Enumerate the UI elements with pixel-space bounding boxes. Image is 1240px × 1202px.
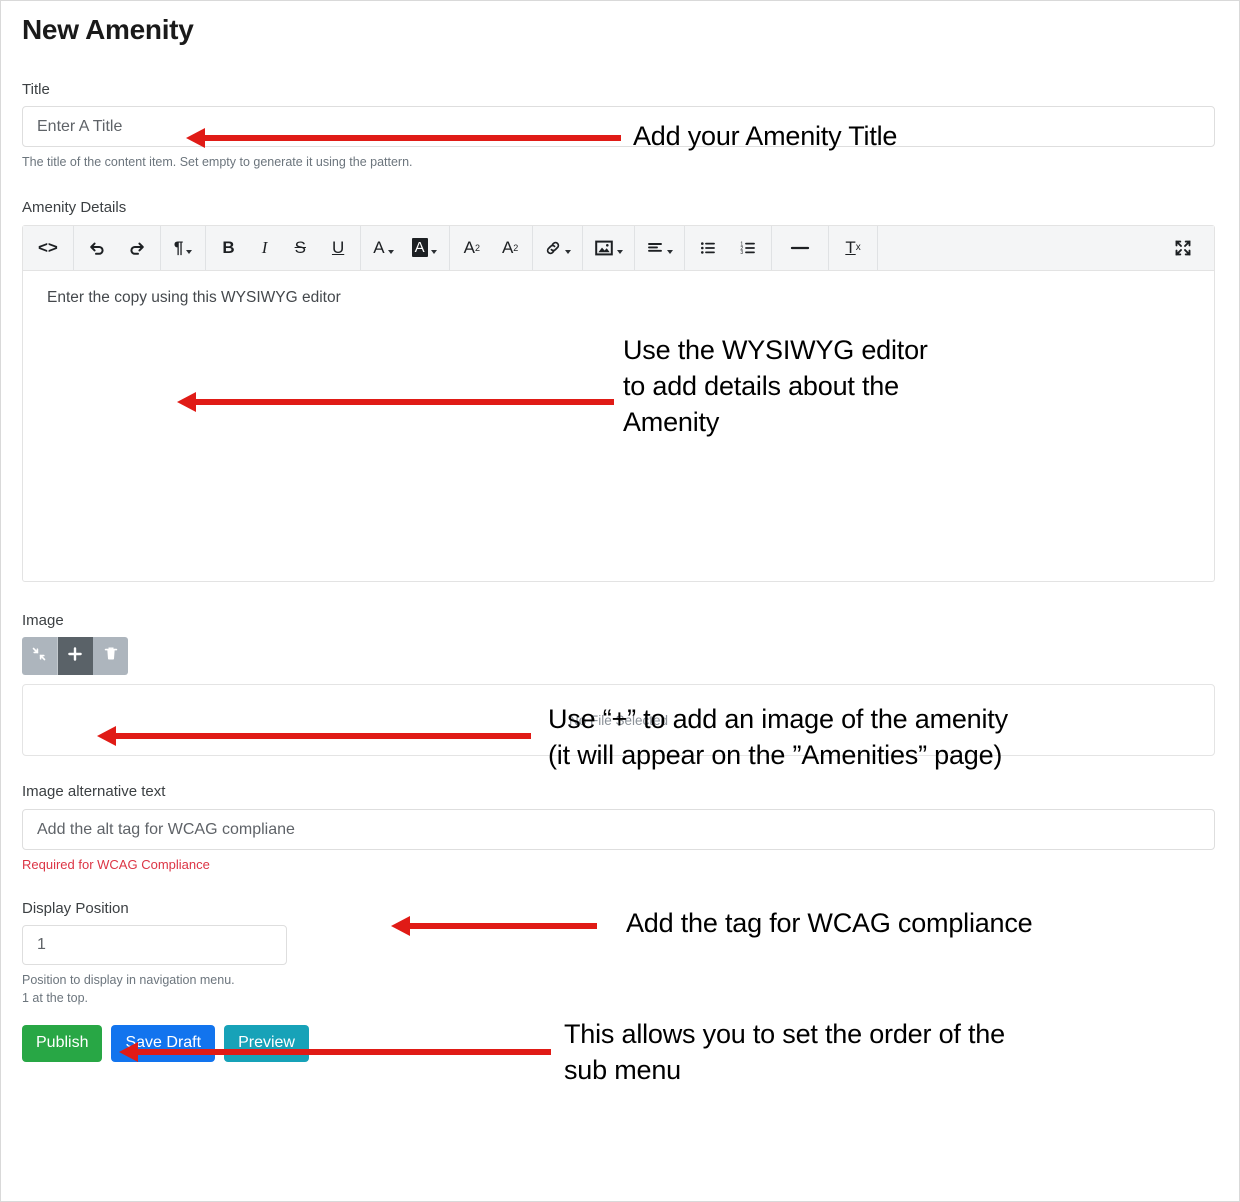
italic-icon[interactable]: I	[248, 231, 282, 265]
collapse-arrows-icon	[31, 646, 47, 667]
annotation-arrow-title	[186, 127, 621, 148]
fullscreen-icon[interactable]	[1166, 231, 1200, 265]
toolbar-group-image	[583, 225, 636, 270]
chevron-down-icon	[667, 249, 674, 254]
amenity-details-label: Amenity Details	[22, 199, 127, 217]
bold-icon[interactable]: B	[209, 231, 247, 265]
link-icon[interactable]	[536, 231, 579, 265]
underline-icon[interactable]: U	[319, 231, 357, 265]
unordered-list-icon[interactable]	[688, 231, 728, 265]
chevron-down-icon	[617, 249, 624, 254]
image-alt-input[interactable]: Add the alt tag for WCAG compliane	[22, 808, 1215, 850]
media-toolbar	[22, 637, 128, 676]
add-media-button[interactable]	[57, 637, 94, 676]
page-title: New Amenity	[22, 14, 194, 45]
publish-button[interactable]: Publish	[22, 1025, 103, 1063]
annotation-arrow-editor	[177, 391, 614, 412]
text-color-icon[interactable]: A	[364, 231, 402, 265]
annotation-title: Add your Amenity Title	[633, 121, 898, 151]
amenity-details-group: Amenity Details <> ¶ B I S U A A A 2 A 2…	[22, 198, 1217, 582]
toolbar-group-inline: B I S U	[206, 225, 362, 270]
undo-icon[interactable]	[77, 231, 117, 265]
chevron-down-icon	[387, 249, 394, 254]
superscript-icon[interactable]: A2	[453, 231, 491, 265]
display-position-hint: Position to display in navigation menu. …	[22, 973, 235, 1006]
subscript-icon[interactable]: A2	[491, 231, 529, 265]
plus-icon	[66, 645, 84, 668]
chevron-down-icon	[186, 249, 193, 254]
svg-text:3: 3	[741, 250, 744, 256]
horizontal-rule-icon[interactable]	[775, 231, 825, 265]
background-color-icon[interactable]: A	[403, 231, 446, 265]
toolbar-group-rule	[772, 225, 830, 270]
display-position-field-group: Display Position 1 Position to display i…	[22, 899, 1217, 1008]
toolbar-group-paragraph: ¶	[161, 225, 207, 270]
title-hint: The title of the content item. Set empty…	[22, 155, 413, 170]
paragraph-format-icon[interactable]: ¶	[164, 231, 202, 265]
annotation-arrow-position	[119, 1041, 551, 1062]
source-code-icon[interactable]: <>	[26, 231, 70, 265]
toolbar-group-link	[533, 225, 584, 270]
chevron-down-icon	[430, 249, 437, 254]
new-amenity-form: New Amenity Title Enter A Title The titl…	[22, 1, 1217, 1063]
redo-icon[interactable]	[117, 231, 157, 265]
toolbar-group-color: A A	[361, 225, 450, 270]
display-position-label: Display Position	[22, 899, 129, 917]
collapse-media-button[interactable]	[22, 637, 58, 676]
image-alt-field-group: Image alternative text Add the alt tag f…	[22, 782, 1217, 874]
image-alt-error-hint: Required for WCAG Compliance	[22, 856, 210, 872]
toolbar-group-align	[635, 225, 686, 270]
screenshot-frame: New Amenity Title Enter A Title The titl…	[0, 0, 1240, 1202]
display-position-input[interactable]: 1	[22, 925, 287, 966]
title-field-group: Title Enter A Title The title of the con…	[22, 80, 1217, 172]
editor-content-area[interactable]: Enter the copy using this WYSIWYG editor	[23, 271, 1214, 581]
annotation-alt: Add the tag for WCAG compliance	[626, 908, 1033, 938]
annotation-position: This allows you to set the order of the …	[564, 1019, 1005, 1085]
toolbar-group-clear: Tx	[829, 225, 878, 270]
chevron-down-icon	[565, 249, 572, 254]
toolbar-group-lists: 123	[685, 225, 773, 270]
image-alt-label: Image alternative text	[22, 783, 166, 801]
strikethrough-icon[interactable]: S	[282, 231, 319, 265]
editor-toolbar: <> ¶ B I S U A A A 2 A 2 1 2 3 T x	[23, 225, 1214, 271]
toolbar-group-fullscreen	[878, 226, 1214, 270]
annotation-editor: Use the WYSIWYG editor to add details ab…	[623, 335, 928, 437]
insert-image-icon[interactable]	[586, 231, 631, 265]
toolbar-group-script: A2 A2	[450, 225, 534, 270]
annotation-arrow-alt	[391, 915, 597, 936]
image-label: Image	[22, 611, 64, 629]
clear-formatting-icon[interactable]: Tx	[832, 231, 873, 265]
trash-icon	[103, 646, 119, 667]
align-icon[interactable]	[638, 231, 681, 265]
toolbar-group-history	[74, 225, 161, 270]
annotation-arrow-image	[97, 725, 531, 746]
title-label: Title	[22, 80, 50, 98]
ordered-list-icon[interactable]: 123	[728, 231, 768, 265]
annotation-image: Use “+” to add an image of the amenity (…	[548, 704, 1008, 770]
toolbar-group-source: <>	[23, 225, 74, 270]
delete-media-button[interactable]	[93, 637, 128, 676]
